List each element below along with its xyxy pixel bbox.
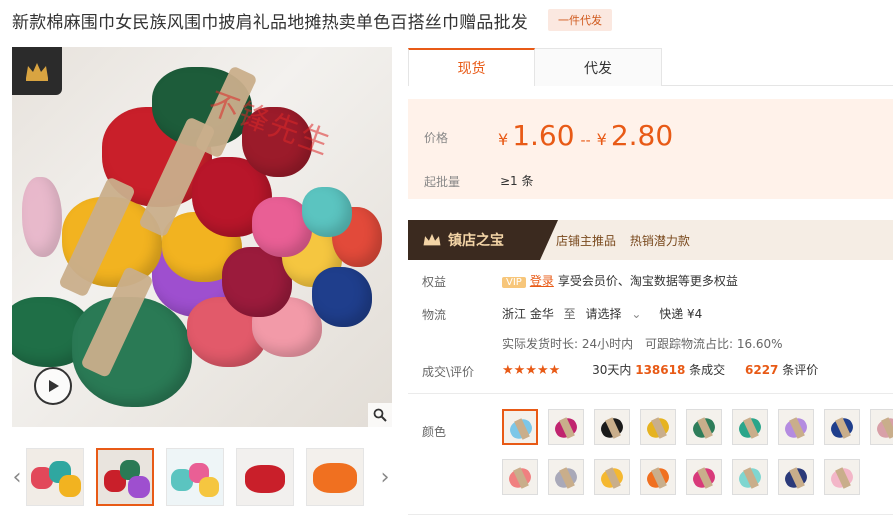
- star-rating: ★★★★★: [502, 363, 561, 378]
- benefits-label: 权益: [422, 275, 447, 289]
- thumbnail-1[interactable]: [26, 448, 84, 506]
- color-swatch[interactable]: [732, 459, 768, 495]
- shop-badge-text: 镇店之宝: [448, 233, 504, 249]
- play-video-button[interactable]: [34, 367, 72, 405]
- benefits-text: 享受会员价、淘宝数据等更多权益: [557, 274, 738, 288]
- shop-treasure-banner: 镇店之宝 店铺主推品 热销潜力款: [408, 220, 893, 260]
- color-swatch[interactable]: [640, 409, 676, 445]
- review-count[interactable]: 6227: [745, 363, 778, 377]
- color-swatch[interactable]: [686, 409, 722, 445]
- tracking-ratio: 可跟踪物流占比: 16.60%: [644, 337, 783, 351]
- color-swatch[interactable]: [778, 409, 814, 445]
- deals-count[interactable]: 138618: [635, 363, 685, 377]
- ship-origin: 浙江 金华: [502, 307, 554, 321]
- section-divider: [408, 393, 893, 394]
- section-divider: [408, 514, 893, 515]
- chevron-right-icon[interactable]: ›: [376, 465, 394, 490]
- color-swatch[interactable]: [502, 459, 538, 495]
- color-swatch[interactable]: [870, 409, 893, 445]
- vip-badge: VIP: [502, 277, 526, 288]
- color-swatch[interactable]: [824, 409, 860, 445]
- color-swatch[interactable]: [686, 459, 722, 495]
- chevron-down-icon[interactable]: ⌄: [631, 307, 641, 321]
- login-link[interactable]: 登录: [530, 274, 554, 288]
- thumbnail-2[interactable]: [96, 448, 154, 506]
- currency-symbol: ¥: [596, 130, 607, 149]
- brand-logo: [12, 47, 62, 95]
- color-swatch[interactable]: [594, 459, 630, 495]
- deals-prefix: 30天内: [592, 363, 632, 377]
- shop-links: 店铺主推品 热销潜力款: [556, 232, 700, 249]
- magnifier-icon: [373, 408, 387, 422]
- zoom-button[interactable]: [368, 403, 392, 427]
- ship-to-label: 至: [563, 307, 576, 321]
- reviews-row: ★★★★★ 30天内 138618 条成交 6227 条评价: [502, 361, 818, 378]
- currency-symbol: ¥: [498, 130, 509, 149]
- price-range: ¥ 1.60 -- ¥ 2.80: [498, 119, 673, 152]
- logistics-label: 物流: [422, 308, 447, 322]
- color-swatch[interactable]: [594, 409, 630, 445]
- product-main-image[interactable]: 不锋先生: [12, 47, 392, 427]
- thumbnail-strip: ‹ ›: [8, 446, 394, 508]
- reviews-label: 成交\评价: [422, 365, 475, 379]
- tab-in-stock[interactable]: 现货: [408, 48, 535, 86]
- max-price: 2.80: [610, 119, 674, 152]
- color-swatch[interactable]: [778, 459, 814, 495]
- crown-icon: [26, 63, 48, 81]
- thumbnail-4[interactable]: [236, 448, 294, 506]
- logistics-stats: 实际发货时长: 24小时内 可跟踪物流占比: 16.60%: [502, 335, 783, 352]
- moq-value: ≥1 条: [500, 174, 534, 188]
- play-icon: [49, 380, 59, 392]
- express-fee: 快递 ¥4: [659, 307, 703, 321]
- product-title: 新款棉麻围巾女民族风围巾披肩礼品地摊热卖单色百搭丝巾赠品批发: [12, 12, 528, 33]
- color-swatch[interactable]: [502, 409, 538, 445]
- title-row: 新款棉麻围巾女民族风围巾披肩礼品地摊热卖单色百搭丝巾赠品批发 一件代发: [12, 8, 612, 33]
- color-swatch[interactable]: [732, 409, 768, 445]
- color-swatch[interactable]: [548, 409, 584, 445]
- ship-time: 实际发货时长: 24小时内: [502, 337, 634, 351]
- color-swatch[interactable]: [548, 459, 584, 495]
- thumbnail-5[interactable]: [306, 448, 364, 506]
- price-box: 价格 ¥ 1.60 -- ¥ 2.80 起批量 ≥1 条: [408, 99, 893, 199]
- shop-link-featured[interactable]: 店铺主推品: [556, 234, 616, 248]
- color-swatch[interactable]: [640, 459, 676, 495]
- range-separator: --: [580, 133, 591, 149]
- purchase-mode-tabs: 现货 代发: [408, 48, 893, 86]
- color-swatch[interactable]: [824, 459, 860, 495]
- min-price: 1.60: [512, 119, 575, 152]
- deals-suffix: 条成交: [689, 363, 726, 377]
- crown-icon: [423, 233, 441, 246]
- price-label: 价格: [424, 131, 449, 145]
- thumbnail-3[interactable]: [166, 448, 224, 506]
- chevron-left-icon[interactable]: ‹: [8, 465, 26, 490]
- dropship-tag[interactable]: 一件代发: [548, 9, 612, 31]
- moq-label: 起批量: [424, 175, 461, 189]
- color-label: 颜色: [422, 425, 447, 439]
- logistics-row: 浙江 金华 至 请选择 ⌄ 快递 ¥4: [502, 305, 702, 322]
- shop-treasure-badge: 镇店之宝: [408, 220, 558, 260]
- destination-select[interactable]: 请选择: [586, 307, 622, 321]
- shop-link-hot[interactable]: 热销潜力款: [630, 234, 690, 248]
- tab-dropship[interactable]: 代发: [535, 48, 662, 86]
- review-suffix: 条评价: [782, 363, 819, 377]
- benefits-row: VIP 登录 享受会员价、淘宝数据等更多权益: [502, 272, 738, 289]
